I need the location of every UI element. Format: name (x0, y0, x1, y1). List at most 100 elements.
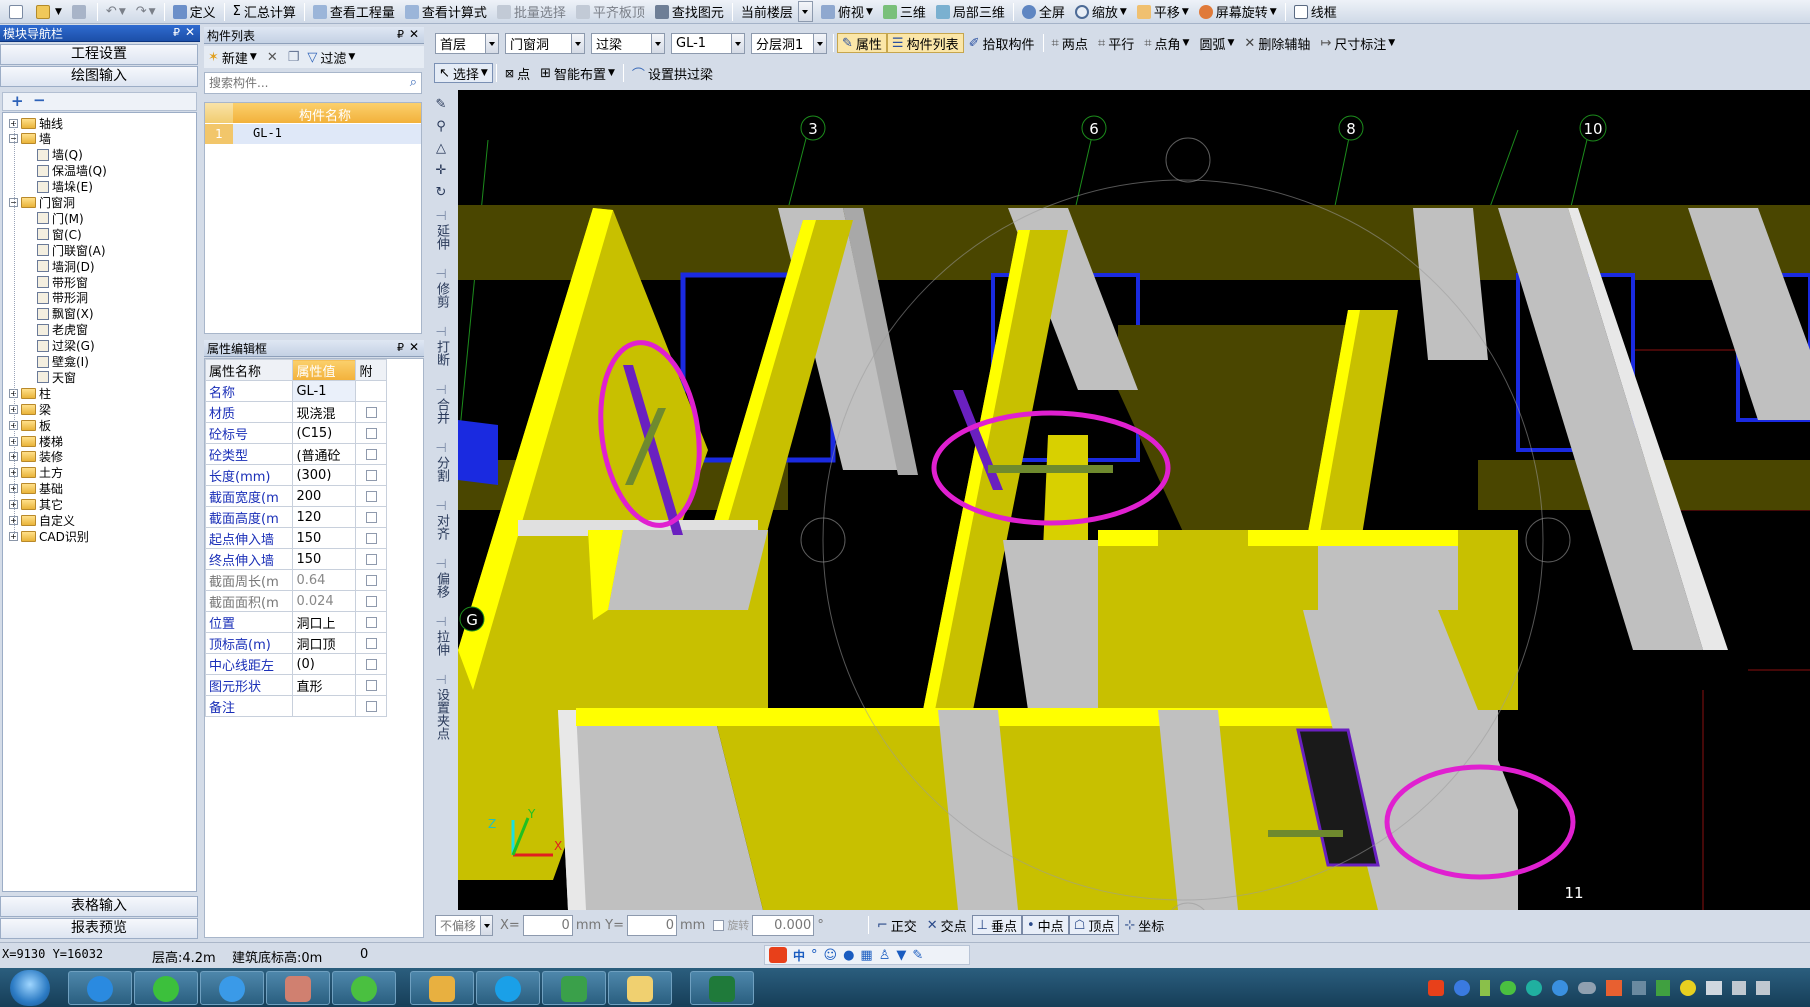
filter-button[interactable]: ▽ 过滤 ▼ (307, 48, 355, 67)
attach-checkbox[interactable] (365, 595, 377, 607)
report-preview-button[interactable]: 报表预览 (0, 918, 198, 939)
tray-help-icon[interactable] (1454, 980, 1470, 996)
property-row[interactable]: 砼类型 (普通砼 (204, 443, 387, 465)
y-offset-input[interactable]: 0 (626, 914, 677, 936)
3d-view-button[interactable]: 三维 (878, 2, 931, 22)
emoji-icon[interactable]: ☺ (824, 948, 838, 963)
save-button[interactable] (67, 2, 94, 22)
property-row[interactable]: 长度(mm) (300) (204, 464, 387, 486)
attach-checkbox[interactable] (365, 511, 377, 523)
tree-folder[interactable]: + 其它 (9, 497, 63, 513)
side-tool-button[interactable]: ⊣ 设置夹点 (432, 674, 450, 741)
orbit-handle-right[interactable] (1525, 517, 1571, 563)
taskbar-app-3[interactable] (200, 971, 264, 1005)
component-search-input[interactable] (205, 73, 395, 93)
zoom-button[interactable]: 缩放 ▼ (1070, 2, 1132, 22)
snap-intersection-button[interactable]: ✕ 交点 (922, 915, 972, 935)
project-settings-button[interactable]: 工程设置 (0, 44, 198, 65)
offset-mode-select[interactable]: 不偏移 (435, 914, 493, 936)
new-component-button[interactable]: ✶ 新建 ▼ (208, 48, 257, 67)
tree-item[interactable]: 墙洞(D) (37, 258, 95, 274)
tree-item[interactable]: 窗(C) (37, 226, 82, 242)
attach-checkbox[interactable] (365, 637, 377, 649)
pan-button[interactable]: 平移 ▼ (1132, 2, 1194, 22)
pick-component-button[interactable]: ✐ 拾取构件 (964, 33, 1040, 53)
ime-toolbar[interactable]: 中 ° ☺ ● ▦ ♙ ▼ ✎ (764, 945, 970, 965)
tree-item[interactable]: 飘窗(X) (37, 306, 94, 322)
tree-folder[interactable]: + CAD识别 (9, 528, 89, 544)
property-row[interactable]: 备注 (204, 695, 387, 717)
property-row[interactable]: 终点伸入墙 150 (204, 548, 387, 570)
tree-item[interactable]: 壁龛(I) (37, 354, 89, 370)
table-input-button[interactable]: 表格输入 (0, 896, 198, 917)
taskbar-app-8[interactable] (542, 971, 606, 1005)
attach-checkbox[interactable] (365, 406, 377, 418)
tree-folder[interactable]: + 轴线 (9, 115, 63, 131)
view-formula-button[interactable]: 查看计算式 (400, 2, 492, 22)
close-property-editor-button[interactable]: ✕ (409, 340, 419, 354)
view-quantity-button[interactable]: 查看工程量 (308, 2, 400, 22)
undo-button[interactable]: ↶ ▼ (101, 2, 131, 22)
category-select[interactable]: 门窗洞 (505, 32, 585, 54)
side-tool-button[interactable]: ⊣ 分割 (432, 442, 450, 483)
property-row[interactable]: 中心线距左 (0) (204, 653, 387, 675)
snap-coordinate-button[interactable]: ⊹ 坐标 (1119, 915, 1169, 935)
property-row[interactable]: 砼标号 (C15) (204, 422, 387, 444)
property-row[interactable]: 顶标高(m) 洞口顶 (204, 632, 387, 654)
summary-calc-button[interactable]: Σ 汇总计算 (228, 2, 301, 22)
point-button[interactable]: ⊠ 点 (500, 63, 535, 83)
tree-item[interactable]: 门联窗(A) (37, 242, 106, 258)
pin-icon[interactable]: ₽ (173, 26, 180, 39)
rotate-checkbox[interactable] (713, 919, 725, 931)
attach-checkbox[interactable] (365, 532, 377, 544)
attach-checkbox[interactable] (365, 574, 377, 586)
taskbar-app-4[interactable] (266, 971, 330, 1005)
tray-wechat-icon[interactable] (1500, 981, 1516, 995)
fullscreen-button[interactable]: 全屏 (1017, 2, 1070, 22)
attach-checkbox[interactable] (365, 427, 377, 439)
tray-flag-icon[interactable] (1732, 981, 1746, 995)
top-view-button[interactable]: 俯视 ▼ (816, 2, 878, 22)
side-tool-button[interactable]: ⊣ 偏移 (432, 558, 450, 599)
tree-item[interactable]: 墙垛(E) (37, 179, 93, 195)
property-row[interactable]: 截面高度(m 120 (204, 506, 387, 528)
side-tool-button[interactable]: ⊣ 拉伸 (432, 616, 450, 657)
snap-vertex-button[interactable]: ☖ 顶点 (1068, 915, 1120, 935)
tray-cloud-icon[interactable] (1578, 982, 1596, 994)
taskbar-app-7[interactable] (476, 971, 540, 1005)
pin-icon[interactable]: ₽ (397, 28, 404, 41)
edit-tool-icon[interactable]: ✛ (432, 164, 450, 178)
sogou-icon[interactable] (769, 947, 787, 963)
side-tool-button[interactable]: ⊣ 对齐 (432, 500, 450, 541)
screen-rotate-button[interactable]: 屏幕旋转 ▼ (1194, 2, 1282, 22)
snap-midpoint-button[interactable]: • 中点 (1022, 915, 1069, 935)
keyboard-icon[interactable]: ▦ (860, 948, 872, 963)
tree-item[interactable]: 过梁(G) (37, 338, 95, 354)
local-3d-button[interactable]: 局部三维 (931, 2, 1010, 22)
attach-checkbox[interactable] (365, 658, 377, 670)
search-icon[interactable]: ⌕ (410, 75, 417, 90)
tray-app-icon[interactable] (1526, 980, 1542, 996)
tree-folder[interactable]: + 板 (9, 417, 51, 433)
start-button[interactable] (10, 970, 50, 1006)
find-element-button[interactable]: 查找图元 (650, 2, 729, 22)
taskbar-app-2[interactable] (134, 971, 198, 1005)
edit-tool-icon[interactable]: ✎ (432, 98, 450, 112)
side-tool-button[interactable]: ⊣ 延伸 (432, 210, 450, 251)
tree-item[interactable]: 带形窗 (37, 274, 88, 290)
edit-tool-icon[interactable]: ↻ (432, 186, 450, 200)
tree-folder[interactable]: + 梁 (9, 401, 51, 417)
property-row[interactable]: 图元形状 直形 (204, 674, 387, 696)
orbit-handle-top[interactable] (1165, 137, 1211, 183)
redo-button[interactable]: ↷ ▼ (131, 2, 161, 22)
snap-perpendicular-button[interactable]: ⊥ 垂点 (971, 915, 1022, 935)
close-component-list-button[interactable]: ✕ (409, 27, 419, 41)
open-file-button[interactable]: ▼ (31, 2, 67, 22)
tree-item[interactable]: 老虎窗 (37, 322, 88, 338)
tray-app2-icon[interactable] (1606, 980, 1622, 996)
new-file-button[interactable] (4, 2, 31, 22)
tree-item[interactable]: 保温墙(Q) (37, 163, 107, 179)
set-arch-beam-button[interactable]: ⌒ 设置拱过梁 (627, 63, 718, 83)
property-row[interactable]: 截面宽度(m 200 (204, 485, 387, 507)
snap-orthogonal-button[interactable]: ⌐ 正交 (872, 915, 922, 935)
